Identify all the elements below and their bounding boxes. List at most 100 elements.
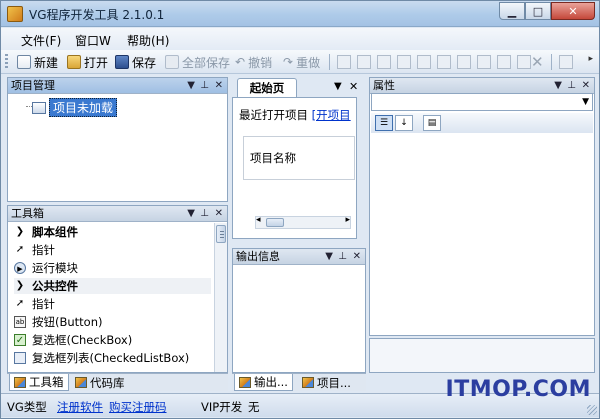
- same-height-icon[interactable]: [477, 55, 491, 69]
- align-middle-icon[interactable]: [417, 55, 431, 69]
- button-icon: ab: [14, 316, 26, 328]
- align-right-icon[interactable]: [377, 55, 391, 69]
- grip-icon: [220, 231, 224, 239]
- minimize-icon: ▁: [507, 4, 517, 18]
- save-all-button[interactable]: 全部保存: [165, 53, 230, 71]
- menu-window[interactable]: 窗口W: [75, 32, 111, 49]
- tab-start-page[interactable]: 起始页: [237, 78, 297, 97]
- toolbox-panel-header: 工具箱 ▼ ⊥ ✕: [8, 206, 227, 222]
- toolbox-category-label: 公共控件: [32, 279, 78, 293]
- toolbox-category-label: 脚本组件: [32, 225, 78, 239]
- redo-button[interactable]: ↷ 重做: [283, 53, 320, 71]
- pin-icon[interactable]: ⊥: [200, 78, 209, 94]
- properties-toolbar: ☰ ↓ ▤: [371, 113, 593, 133]
- watermark: ITMOP.COM: [445, 377, 591, 402]
- toolbox-item[interactable]: ▶ 运行模块: [14, 260, 78, 276]
- minimize-button[interactable]: ▁: [499, 2, 525, 20]
- tab-project[interactable]: 项目...: [298, 374, 355, 391]
- toolbox-category[interactable]: ❯ 脚本组件: [14, 224, 78, 240]
- code-library-tab-icon: [75, 377, 87, 388]
- panel-menu-icon[interactable]: ▼: [187, 78, 195, 94]
- chevron-down-icon: ▼: [582, 97, 589, 107]
- tree-node-root[interactable]: 项目未加载: [32, 98, 118, 117]
- toolbox-scrollbar[interactable]: [214, 223, 227, 372]
- project-panel: 项目管理 ▼ ⊥ ✕ 项目未加载: [7, 77, 228, 202]
- close-button[interactable]: ✕: [551, 2, 595, 20]
- categorized-icon[interactable]: ☰: [375, 115, 393, 131]
- align-top-icon[interactable]: [397, 55, 411, 69]
- app-window: VG程序开发工具 2.1.0.1 ▁ □ ✕ 文件(F) 窗口W 帮助(H) 新…: [0, 0, 600, 419]
- align-left-icon[interactable]: [337, 55, 351, 69]
- toolbox-panel: 工具箱 ▼ ⊥ ✕ ❯ 脚本组件 ➚ 指针 ▶ 运行模块 ❯ 公共控件 ➚ 指针…: [7, 205, 228, 373]
- align-center-icon[interactable]: [357, 55, 371, 69]
- toolbar-overflow-icon[interactable]: ▸: [588, 54, 593, 64]
- toolbox-item[interactable]: 复选框列表(CheckedListBox): [14, 350, 189, 366]
- title-bar[interactable]: VG程序开发工具 2.1.0.1 ▁ □ ✕: [1, 1, 599, 27]
- scroll-right-icon[interactable]: ▸: [345, 215, 350, 225]
- toolbox-item[interactable]: ➚ 指针: [14, 296, 55, 312]
- panel-menu-icon[interactable]: ▼: [554, 78, 562, 94]
- toolbox-item[interactable]: ✓ 复选框(CheckBox): [14, 332, 132, 348]
- property-pages-icon[interactable]: ▤: [423, 115, 441, 131]
- toolbox-item[interactable]: ab 按钮(Button): [14, 314, 103, 330]
- new-button[interactable]: 新建: [17, 53, 58, 71]
- bring-front-icon[interactable]: [517, 55, 531, 69]
- toolbar-grip-icon[interactable]: [5, 54, 8, 70]
- pin-icon[interactable]: ⊥: [567, 78, 576, 94]
- panel-menu-icon[interactable]: ▼: [325, 249, 333, 265]
- pin-icon[interactable]: ⊥: [200, 206, 209, 222]
- panel-close-icon[interactable]: ✕: [215, 206, 223, 222]
- open-button[interactable]: 打开: [67, 53, 108, 71]
- toolbox-category[interactable]: ❯ 公共控件: [14, 278, 211, 294]
- panel-menu-icon[interactable]: ▼: [187, 206, 195, 222]
- same-size-icon[interactable]: [497, 55, 511, 69]
- register-link[interactable]: 注册软件: [57, 399, 103, 415]
- menu-file[interactable]: 文件(F): [21, 32, 61, 49]
- toolbox-item-label: 指针: [32, 297, 55, 311]
- output-dock-tabs: 输出... 项目...: [232, 373, 366, 391]
- tab-toolbox[interactable]: 工具箱: [9, 374, 69, 391]
- panel-close-icon[interactable]: ✕: [353, 249, 361, 265]
- toolbar-separator: [329, 54, 330, 70]
- align-bottom-icon[interactable]: [437, 55, 451, 69]
- panel-close-icon[interactable]: ✕: [582, 78, 590, 94]
- grid-icon[interactable]: [559, 55, 573, 69]
- doc-close-icon[interactable]: ✕: [349, 80, 358, 93]
- start-page-hscrollbar[interactable]: ◂ ▸: [255, 215, 351, 229]
- maximize-button[interactable]: □: [525, 2, 551, 20]
- project-tab-icon: [302, 377, 314, 388]
- redo-icon: ↷: [283, 55, 294, 69]
- resize-grip-icon[interactable]: [587, 405, 597, 415]
- open-project-link[interactable]: [开项目: [312, 108, 351, 122]
- tab-output[interactable]: 输出...: [234, 374, 293, 391]
- delete-icon[interactable]: ✕: [531, 53, 544, 71]
- output-panel: 输出信息 ▼ ⊥ ✕: [232, 248, 366, 373]
- tab-code-library[interactable]: 代码库: [71, 374, 129, 391]
- same-width-icon[interactable]: [457, 55, 471, 69]
- scrollbar-thumb[interactable]: [266, 218, 284, 227]
- properties-panel-header: 属性 ▼ ⊥ ✕: [370, 78, 594, 94]
- save-button[interactable]: 保存: [115, 53, 156, 71]
- open-folder-icon: [67, 55, 81, 69]
- toolbox-item[interactable]: ➚ 指针: [14, 242, 55, 258]
- new-button-label: 新建: [34, 55, 59, 70]
- menu-help[interactable]: 帮助(H): [127, 32, 169, 49]
- panel-close-icon[interactable]: ✕: [215, 78, 223, 94]
- object-selector[interactable]: ▼: [371, 93, 593, 111]
- buy-code-link[interactable]: 购买注册码: [109, 399, 167, 415]
- toolbox-item-label: 复选框列表(CheckedListBox): [32, 351, 190, 365]
- scroll-left-icon[interactable]: ◂: [256, 215, 261, 225]
- recent-projects-row: 最近打开项目 [开项目: [239, 107, 357, 123]
- close-icon: ✕: [568, 4, 578, 18]
- scrollbar-thumb[interactable]: [216, 225, 226, 243]
- toolbox-item-label: 运行模块: [32, 261, 78, 275]
- toolbox-item-label: 复选框(CheckBox): [32, 333, 133, 347]
- undo-button[interactable]: ↶ 撤销: [235, 53, 272, 71]
- checkbox-icon: ✓: [14, 334, 26, 346]
- save-all-icon: [165, 55, 179, 69]
- toolbar-separator: [551, 54, 552, 70]
- doc-tabs-dropdown-icon[interactable]: ▼: [334, 81, 342, 92]
- toolbox-item-label: 按钮(Button): [32, 315, 103, 329]
- sort-alpha-icon[interactable]: ↓: [395, 115, 413, 131]
- pin-icon[interactable]: ⊥: [338, 249, 347, 265]
